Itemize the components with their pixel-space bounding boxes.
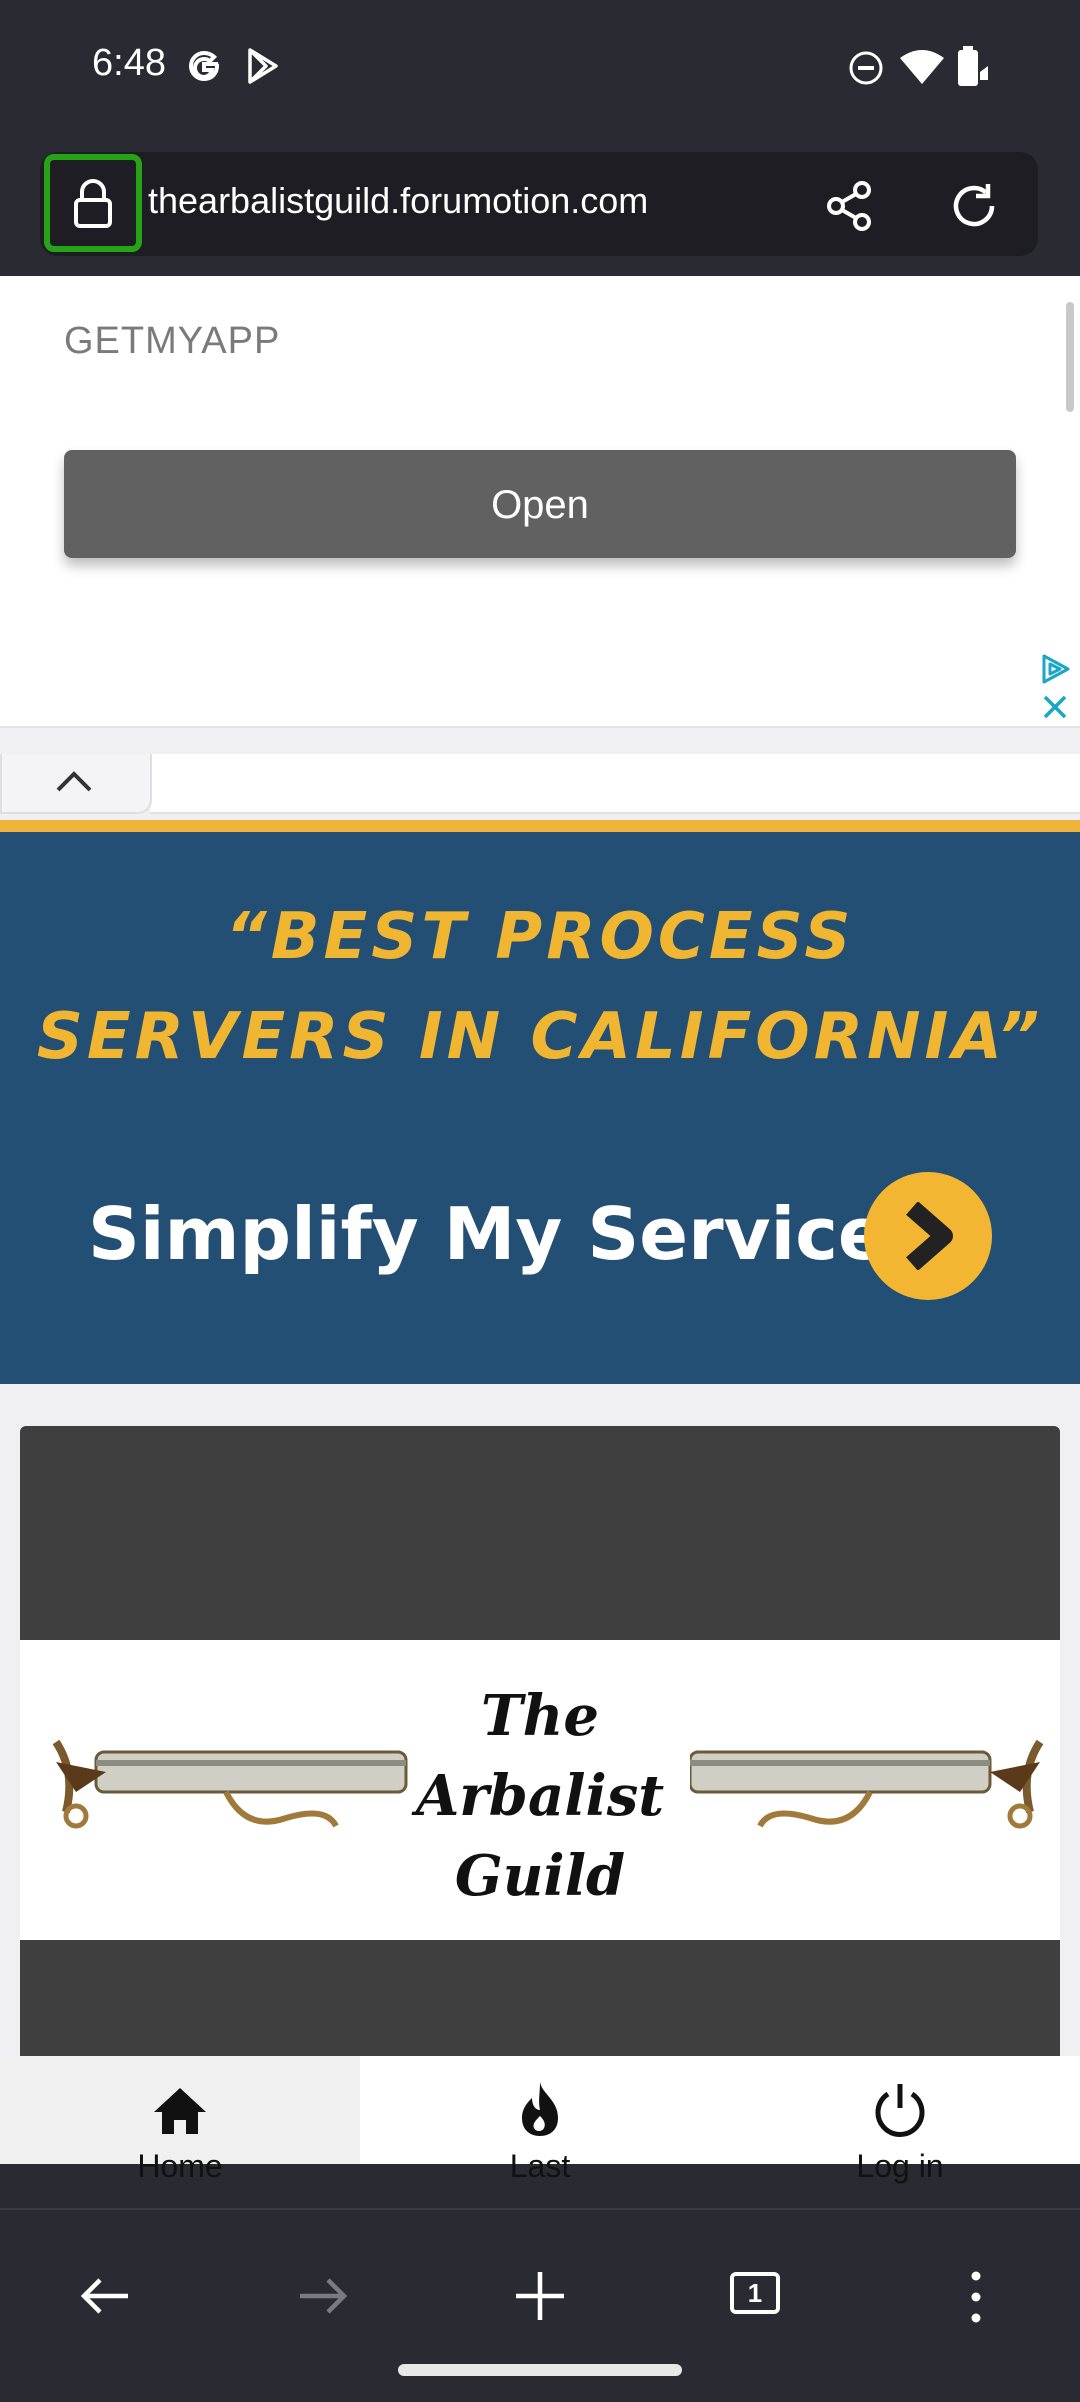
nav-login-label: Log in <box>856 2148 944 2184</box>
banner-line-1: “BEST PROCESS <box>225 900 855 974</box>
banner-arrow-button[interactable] <box>864 1172 992 1300</box>
web-content: GETMYAPP Open “BEST PROCESS SERVERS IN C… <box>0 276 1080 2056</box>
ad-card: GETMYAPP Open <box>0 276 1080 728</box>
status-time: 6:48 <box>92 42 166 84</box>
nav-login[interactable]: Log in <box>720 2056 1080 2184</box>
play-store-icon <box>248 48 278 84</box>
ad-open-button[interactable]: Open <box>64 450 1016 558</box>
logo-line-3: Guild <box>454 1843 626 1909</box>
ad-scrollbar <box>1066 302 1074 412</box>
nav-last[interactable]: Last <box>360 2056 720 2184</box>
back-arrow-icon[interactable] <box>78 2274 132 2318</box>
reload-icon[interactable] <box>948 180 1000 232</box>
home-icon <box>154 2088 206 2134</box>
nav-home-label: Home <box>137 2148 223 2184</box>
do-not-disturb-icon <box>849 51 883 85</box>
power-icon <box>875 2084 925 2137</box>
crossbow-left-image <box>52 1739 408 1829</box>
logo-line-1: The <box>480 1683 599 1749</box>
status-bar: 6:48 <box>0 0 1080 140</box>
nav-last-label: Last <box>509 2148 571 2184</box>
google-g-icon <box>188 50 220 82</box>
wifi-icon <box>900 50 944 84</box>
tab-switcher-icon[interactable]: 1 <box>730 2272 780 2314</box>
lock-icon <box>74 179 112 228</box>
forum-bottom-nav: Home Last Log in <box>0 2056 1080 2184</box>
logo-line-2: Arbalist <box>415 1763 665 1829</box>
forum-logo-banner[interactable]: The Arbalist Guild <box>20 1640 1060 1940</box>
close-icon[interactable] <box>1040 692 1070 722</box>
flame-icon <box>522 2082 558 2136</box>
collapse-ad-tab[interactable] <box>0 754 152 814</box>
share-icon[interactable] <box>824 180 876 232</box>
adchoices-icon[interactable] <box>1038 652 1072 686</box>
chevron-up-icon <box>56 771 92 792</box>
anchor-ad-strip <box>150 754 1080 814</box>
more-menu-icon[interactable] <box>964 2268 988 2326</box>
home-gesture-bar[interactable] <box>398 2364 682 2376</box>
crossbow-right-image <box>690 1739 1044 1829</box>
ad-advertiser: GETMYAPP <box>64 320 281 362</box>
banner-line-2: SERVERS IN CALIFORNIA” <box>36 1000 1044 1074</box>
ad-banner[interactable]: “BEST PROCESS SERVERS IN CALIFORNIA” Sim… <box>0 820 1080 1384</box>
battery-charging-icon <box>958 46 988 86</box>
lock-button[interactable] <box>44 154 142 252</box>
forum-header: The Arbalist Guild <box>20 1426 1060 2056</box>
chevron-right-icon <box>906 1202 953 1270</box>
forum-logo-text: The Arbalist Guild <box>380 1676 700 1916</box>
url-text[interactable]: thearbalistguild.forumotion.com <box>148 180 648 222</box>
banner-cta-text: Simplify My Service <box>88 1192 887 1276</box>
nav-home[interactable]: Home <box>0 2056 360 2184</box>
new-tab-icon[interactable] <box>514 2270 566 2322</box>
forward-arrow-icon[interactable] <box>296 2274 350 2318</box>
